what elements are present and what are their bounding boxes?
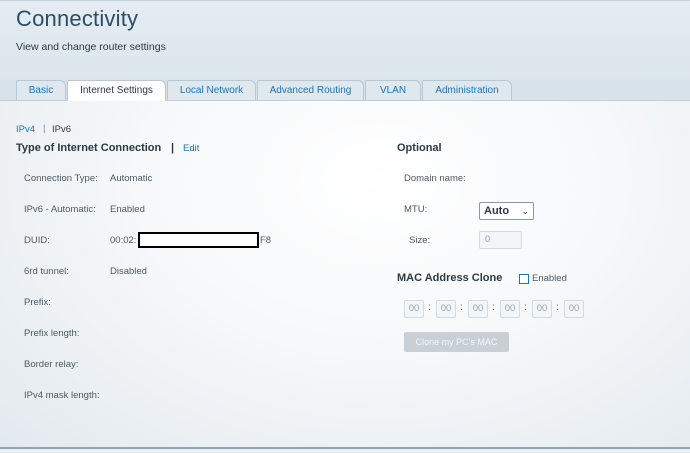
mtu-selected-value: Auto	[484, 205, 510, 217]
mac-clone-enabled-label: Enabled	[532, 273, 567, 284]
ipv6-automatic-label: IPv6 - Automatic:	[24, 204, 96, 215]
mac-clone-title: MAC Address Clone	[397, 272, 503, 284]
6rd-tunnel-value: Disabled	[110, 266, 147, 277]
mac-octet-6-input[interactable]: 00	[564, 300, 584, 318]
page-title: Connectivity	[16, 6, 139, 31]
mac-octet-2-input[interactable]: 00	[436, 300, 456, 318]
prefix-label: Prefix:	[24, 297, 51, 308]
page-subtitle: View and change router settings	[16, 41, 166, 53]
page-header: Connectivity View and change router sett…	[0, 0, 690, 81]
6rd-tunnel-label: 6rd tunnel:	[24, 266, 69, 277]
connection-type-label: Connection Type:	[24, 173, 98, 184]
domain-name-label: Domain name:	[404, 173, 466, 184]
tab-bar: Basic Internet Settings Local Network Ad…	[0, 80, 690, 101]
mac-separator: :	[524, 302, 527, 313]
tab-internet-settings[interactable]: Internet Settings	[67, 80, 166, 101]
subtab-ipv6[interactable]: IPv6	[52, 124, 71, 135]
size-label: Size:	[409, 235, 431, 246]
ipv6-automatic-value: Enabled	[110, 204, 145, 215]
footer-band	[0, 449, 690, 453]
mtu-size-input[interactable]: 0	[479, 231, 522, 249]
edit-link[interactable]: Edit	[183, 143, 199, 154]
connection-title-separator: |	[171, 142, 175, 154]
border-relay-label: Border relay:	[24, 359, 79, 370]
duid-value-prefix: 00:02:	[110, 235, 137, 246]
optional-title: Optional	[397, 142, 442, 154]
clone-mac-button[interactable]: Clone my PC's MAC	[404, 332, 509, 352]
duid-label: DUID:	[24, 235, 50, 246]
tab-local-network[interactable]: Local Network	[167, 80, 256, 100]
ipv4-mask-length-label: IPv4 mask length:	[24, 390, 100, 401]
tab-basic[interactable]: Basic	[16, 80, 66, 100]
mac-separator: :	[492, 302, 495, 313]
mac-octet-1-input[interactable]: 00	[404, 300, 424, 318]
mtu-select[interactable]: Auto ⌄	[479, 202, 534, 220]
mac-octet-4-input[interactable]: 00	[500, 300, 520, 318]
chevron-down-icon: ⌄	[521, 206, 529, 216]
mac-octet-5-input[interactable]: 00	[532, 300, 552, 318]
duid-redaction-box	[138, 232, 259, 248]
mac-separator: :	[460, 302, 463, 313]
duid-value-suffix: F8	[260, 235, 272, 246]
subtab-ipv4[interactable]: IPv4	[16, 124, 35, 135]
subtab-separator: |	[43, 123, 46, 134]
tab-advanced-routing[interactable]: Advanced Routing	[257, 80, 364, 100]
mac-clone-enabled-checkbox[interactable]	[519, 274, 529, 284]
mtu-label: MTU:	[404, 204, 428, 215]
mac-octet-3-input[interactable]: 00	[468, 300, 488, 318]
prefix-length-label: Prefix length:	[24, 328, 80, 339]
mac-separator: :	[556, 302, 559, 313]
connection-type-value: Automatic	[110, 173, 153, 184]
connection-type-title: Type of Internet Connection	[16, 142, 162, 154]
tab-administration[interactable]: Administration	[422, 80, 512, 100]
tab-vlan[interactable]: VLAN	[365, 80, 421, 100]
mac-separator: :	[428, 302, 431, 313]
